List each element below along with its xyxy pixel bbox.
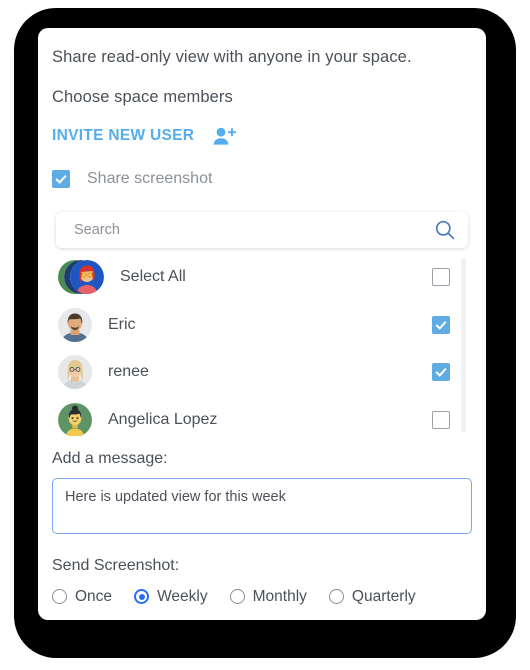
send-frequency-radio-group[interactable]: Once Weekly Monthly Quarterly <box>52 588 472 606</box>
list-item[interactable]: renee <box>52 349 472 397</box>
radio-option-weekly[interactable]: Weekly <box>134 588 208 606</box>
radio-once-label: Once <box>75 587 113 605</box>
radio-weekly-label: Weekly <box>157 587 208 605</box>
member-checkbox[interactable] <box>432 315 450 334</box>
share-dialog-card: Share read-only view with anyone in your… <box>38 28 486 620</box>
radio-option-monthly[interactable]: Monthly <box>229 587 307 606</box>
avatar <box>58 307 92 342</box>
message-textarea[interactable] <box>52 477 472 534</box>
radio-option-once[interactable]: Once <box>52 588 112 606</box>
share-screenshot-row[interactable]: Share screenshot <box>52 169 472 188</box>
radio-weekly[interactable] <box>134 589 150 605</box>
radio-monthly[interactable] <box>229 589 245 605</box>
list-item[interactable]: Eric <box>52 301 472 349</box>
choose-members-heading: Choose space members <box>52 87 233 106</box>
member-checkbox[interactable] <box>432 410 450 429</box>
list-item-label: Angelica Lopez <box>108 410 218 428</box>
page-title: Share read-only view with anyone in your… <box>52 48 412 66</box>
list-item-label: renee <box>108 363 149 381</box>
list-item[interactable]: Select All <box>52 254 472 302</box>
radio-quarterly[interactable] <box>328 589 344 605</box>
avatar <box>58 355 92 390</box>
invite-new-user-row[interactable]: INVITE NEW USER <box>52 126 472 146</box>
device-bezel: Share read-only view with anyone in your… <box>14 8 516 658</box>
invite-new-user-link[interactable]: INVITE NEW USER <box>52 127 194 145</box>
radio-once[interactable] <box>52 589 67 605</box>
select-all-checkbox[interactable] <box>432 268 450 287</box>
radio-option-quarterly[interactable]: Quarterly <box>328 587 416 606</box>
share-screenshot-label: Share screenshot <box>87 169 213 187</box>
list-item[interactable]: Angelica Lopez <box>52 396 472 436</box>
list-item-label: Eric <box>108 315 136 333</box>
search-icon[interactable] <box>434 219 456 241</box>
add-message-label: Add a message: <box>52 449 168 467</box>
avatar-group <box>58 260 104 295</box>
member-list[interactable]: Select All Eric renee Angelica Lopez <box>52 254 472 436</box>
radio-quarterly-label: Quarterly <box>351 587 416 605</box>
avatar <box>70 260 104 295</box>
list-item-label: Select All <box>120 268 186 286</box>
member-checkbox[interactable] <box>432 363 450 382</box>
member-list-scrollbar[interactable] <box>461 257 466 432</box>
search-input[interactable] <box>72 220 434 239</box>
person-add-icon[interactable] <box>212 126 238 146</box>
radio-monthly-label: Monthly <box>252 587 307 605</box>
search-bar[interactable] <box>56 211 468 248</box>
send-screenshot-label: Send Screenshot: <box>52 556 180 574</box>
share-screenshot-checkbox[interactable] <box>52 169 70 188</box>
avatar <box>58 402 92 436</box>
